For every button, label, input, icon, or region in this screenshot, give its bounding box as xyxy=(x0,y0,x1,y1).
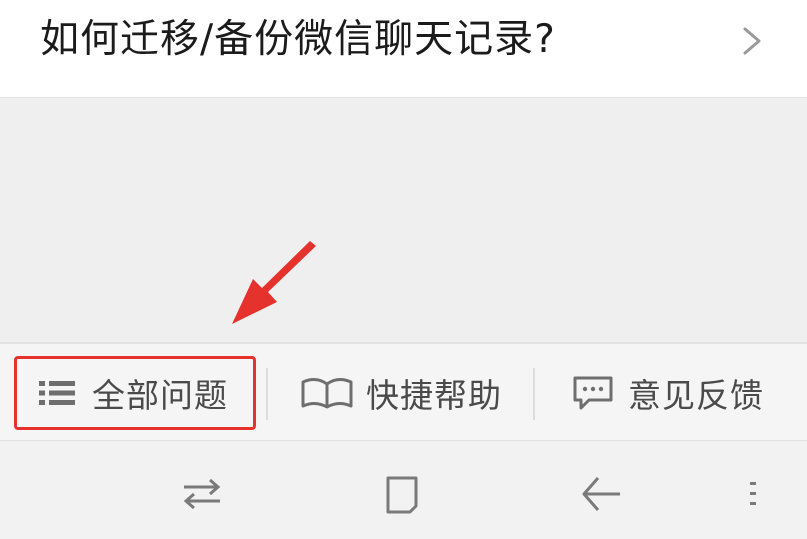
switch-apps-icon[interactable] xyxy=(180,472,224,516)
back-arrow-icon[interactable] xyxy=(580,472,624,516)
home-square-icon[interactable] xyxy=(380,472,424,516)
system-nav-bar xyxy=(0,442,807,539)
tab-divider xyxy=(533,368,535,420)
tab-divider xyxy=(266,368,268,420)
tab-quick-help[interactable]: 快捷帮助 xyxy=(270,344,532,441)
book-icon xyxy=(301,377,353,408)
chevron-right-icon xyxy=(743,27,761,55)
menu-dots-icon[interactable] xyxy=(738,472,768,516)
chat-bubble-icon xyxy=(573,376,613,409)
tab-quick-help-label: 快捷帮助 xyxy=(366,375,502,415)
faq-question-row[interactable]: 如何迁移/备份微信聊天记录? xyxy=(0,0,807,98)
content-area xyxy=(0,98,807,342)
faq-question-text: 如何迁移/备份微信聊天记录? xyxy=(40,17,556,62)
annotation-highlight-box xyxy=(14,356,256,430)
tab-feedback[interactable]: 意见反馈 xyxy=(536,344,807,441)
tab-feedback-label: 意见反馈 xyxy=(628,375,764,415)
